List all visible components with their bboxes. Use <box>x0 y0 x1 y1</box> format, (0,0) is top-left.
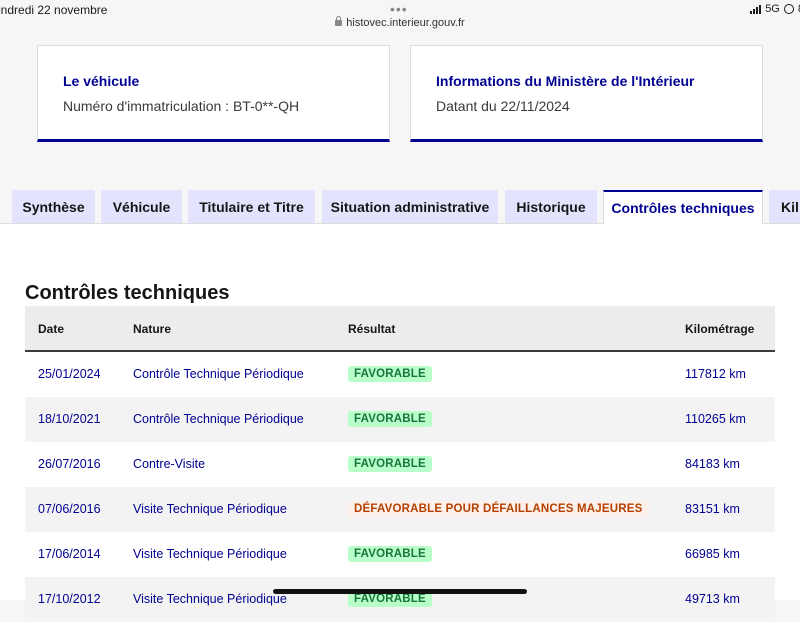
table-row: 18/10/2021 Contrôle Technique Périodique… <box>25 397 775 442</box>
lock-icon <box>335 16 343 26</box>
table-row: 07/06/2016 Visite Technique Périodique D… <box>25 487 775 532</box>
row-date: 26/07/2016 <box>38 457 101 471</box>
vehicle-card: Le véhicule Numéro d'immatriculation : B… <box>37 45 390 142</box>
tab-situation-administrative[interactable]: Situation administrative <box>322 190 498 223</box>
header-mileage: Kilométrage <box>685 322 755 336</box>
section-title: Contrôles techniques <box>25 282 230 304</box>
row-mileage: 83151 km <box>685 502 740 516</box>
status-indicators: 5G 8 <box>750 3 800 15</box>
row-nature: Visite Technique Périodique <box>133 547 287 561</box>
inspections-table: Date Nature Résultat Kilométrage 25/01/2… <box>25 306 775 622</box>
row-date: 07/06/2016 <box>38 502 101 516</box>
tab-controles-techniques[interactable]: Contrôles techniques <box>603 190 763 224</box>
report-date: Datant du 22/11/2024 <box>436 98 570 114</box>
row-nature: Visite Technique Périodique <box>133 502 287 516</box>
row-nature: Contrôle Technique Périodique <box>133 412 304 426</box>
status-date: endredi 22 novembre <box>0 3 108 17</box>
table-row: 17/06/2014 Visite Technique Périodique F… <box>25 532 775 577</box>
status-bar: endredi 22 novembre ••• histovec.interie… <box>0 0 800 36</box>
vehicle-card-title: Le véhicule <box>63 73 140 89</box>
tab-historique[interactable]: Historique <box>505 190 597 223</box>
home-indicator[interactable] <box>273 589 527 594</box>
ministry-card-title: Informations du Ministère de l'Intérieur <box>436 73 695 89</box>
row-mileage: 66985 km <box>685 547 740 561</box>
registration-number: Numéro d'immatriculation : BT-0**-QH <box>63 98 300 114</box>
tab-titulaire[interactable]: Titulaire et Titre <box>188 190 315 223</box>
result-badge: FAVORABLE <box>348 456 432 472</box>
row-date: 17/06/2014 <box>38 547 101 561</box>
ministry-card: Informations du Ministère de l'Intérieur… <box>410 45 763 142</box>
table-header: Date Nature Résultat Kilométrage <box>25 306 775 352</box>
address-bar[interactable]: histovec.interieur.gouv.fr <box>0 16 800 29</box>
row-date: 17/10/2012 <box>38 592 101 606</box>
more-dots-icon[interactable]: ••• <box>390 1 408 17</box>
result-badge: FAVORABLE <box>348 366 432 382</box>
signal-icon <box>750 4 762 14</box>
rotation-lock-icon <box>783 4 794 14</box>
row-mileage: 84183 km <box>685 457 740 471</box>
row-nature: Contrôle Technique Périodique <box>133 367 304 381</box>
row-date: 18/10/2021 <box>38 412 101 426</box>
result-badge: DÉFAVORABLE POUR DÉFAILLANCES MAJEURES <box>348 501 649 517</box>
tab-kilometrage[interactable]: Kil <box>769 190 800 223</box>
row-mileage: 49713 km <box>685 592 740 606</box>
url-text: histovec.interieur.gouv.fr <box>346 17 465 29</box>
row-nature: Contre-Visite <box>133 457 206 471</box>
header-nature: Nature <box>133 322 172 336</box>
result-badge: FAVORABLE <box>348 546 432 562</box>
table-row: 26/07/2016 Contre-Visite FAVORABLE 84183… <box>25 442 775 487</box>
network-label: 5G <box>765 3 780 15</box>
table-row: 25/01/2024 Contrôle Technique Périodique… <box>25 352 775 397</box>
row-date: 25/01/2024 <box>38 367 101 381</box>
result-badge: FAVORABLE <box>348 411 432 427</box>
header-result: Résultat <box>348 322 396 336</box>
header-date: Date <box>38 322 65 336</box>
row-nature: Visite Technique Périodique <box>133 592 287 606</box>
row-mileage: 110265 km <box>685 412 746 426</box>
row-mileage: 117812 km <box>685 367 746 381</box>
tab-vehicule[interactable]: Véhicule <box>101 190 182 223</box>
tab-synthese[interactable]: Synthèse <box>12 190 95 223</box>
